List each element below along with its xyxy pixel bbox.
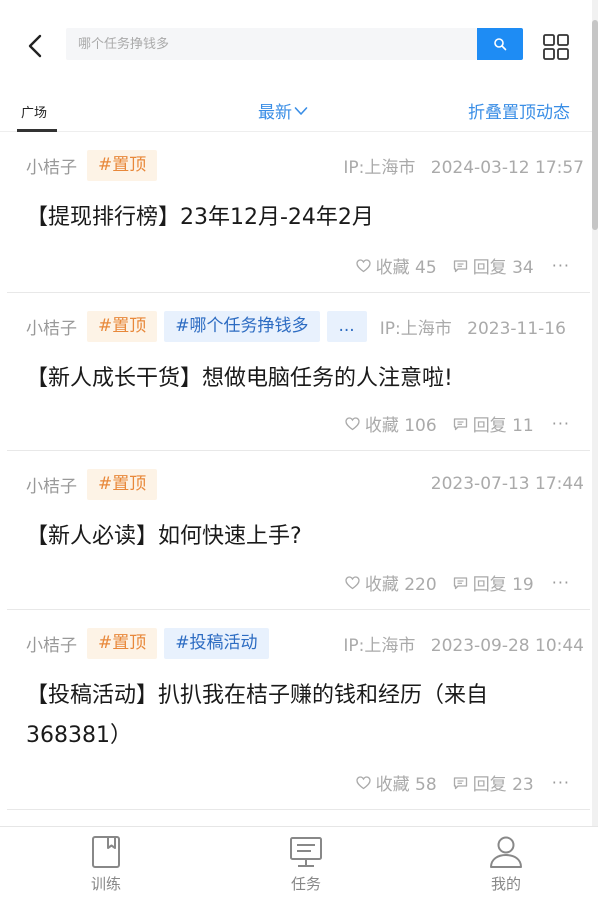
post-time: 2023-09-28 10:44	[430, 635, 584, 656]
more-options-icon[interactable]: ···	[552, 573, 570, 592]
heart-icon	[345, 416, 360, 430]
favorite-button[interactable]: 收藏 58	[355, 770, 437, 795]
post-meta-right: 2023-07-13 17:44	[431, 474, 584, 494]
favorite-count: 收藏 58	[375, 775, 437, 795]
reply-count: 回复 11	[472, 416, 534, 436]
nav-train-label: 训练	[90, 875, 121, 893]
post-actions: 收藏 106 回复 11 ···	[329, 411, 570, 436]
page-scrollbar[interactable]	[592, 0, 598, 826]
topic-tag[interactable]: #投稿活动	[164, 627, 269, 659]
search-box[interactable]	[66, 28, 477, 60]
post-time: 2023-07-13 17:44	[430, 474, 584, 494]
feed-tabs: 广场 最新 折叠置顶动态	[0, 90, 592, 132]
comment-icon	[453, 776, 467, 789]
task-board-icon	[290, 837, 322, 867]
favorite-count: 收藏 220	[364, 575, 437, 595]
reply-count: 回复 19	[472, 575, 534, 595]
post-ip: IP:上海市	[343, 635, 416, 656]
post-item[interactable]: 小桔子 #置顶 IP:上海市 2024-03-12 17:57 【提现排行榜】2…	[7, 132, 590, 293]
heart-icon	[345, 575, 360, 589]
pin-tag[interactable]: #置顶	[87, 149, 158, 181]
sort-dropdown[interactable]: 最新	[258, 98, 308, 123]
post-meta: 小桔子 #置顶 #投稿活动 IP:上海市 2023-09-28 10:44	[26, 627, 584, 659]
grid-icon	[543, 34, 569, 60]
comment-icon	[453, 576, 467, 589]
post-author[interactable]: 小桔子	[26, 314, 77, 339]
topic-tag[interactable]: #哪个任务挣钱多	[164, 310, 320, 342]
post-item[interactable]: 小桔子 #置顶 #投稿活动 IP:上海市 2023-09-28 10:44 【投…	[7, 610, 590, 810]
reply-button[interactable]: 回复 34	[453, 253, 534, 278]
favorite-button[interactable]: 收藏 220	[345, 570, 437, 595]
more-options-icon[interactable]: ···	[552, 256, 570, 275]
tab-square[interactable]: 广场	[17, 94, 57, 132]
search-button[interactable]	[477, 28, 523, 60]
top-header	[0, 0, 592, 90]
post-meta: 小桔子 #置顶 #哪个任务挣钱多 ... IP:上海市 2023-11-16	[26, 310, 584, 342]
post-actions: 收藏 45 回复 34 ···	[340, 253, 570, 278]
grid-menu-button[interactable]	[542, 33, 570, 61]
post-ip: IP:上海市	[343, 157, 416, 178]
fold-pinned-link[interactable]: 折叠置顶动态	[468, 98, 570, 123]
reply-button[interactable]: 回复 23	[453, 770, 534, 795]
favorite-count: 收藏 106	[364, 416, 437, 436]
heart-icon	[355, 775, 371, 789]
post-item[interactable]: 小桔子 #置顶 2023-07-13 17:44 【新人必读】如何快速上手? 收…	[7, 451, 590, 610]
post-author[interactable]: 小桔子	[26, 631, 77, 656]
more-tags-button[interactable]: ...	[326, 310, 367, 342]
nav-mine[interactable]: 我的	[466, 835, 546, 894]
tab-square-label: 广场	[21, 106, 48, 121]
post-title[interactable]: 【新人必读】如何快速上手?	[26, 517, 570, 557]
more-options-icon[interactable]: ···	[552, 773, 570, 792]
post-actions: 收藏 58 回复 23 ···	[340, 770, 570, 795]
nav-task-label: 任务	[290, 875, 321, 893]
reply-count: 回复 34	[472, 258, 534, 278]
heart-icon	[355, 258, 371, 272]
search-input[interactable]	[78, 36, 477, 52]
pin-tag[interactable]: #置顶	[87, 310, 158, 342]
bottom-navigation: 训练 任务 我的	[0, 826, 598, 906]
post-author[interactable]: 小桔子	[26, 153, 77, 178]
post-meta-right: IP:上海市 2024-03-12 17:57	[343, 153, 584, 178]
back-button[interactable]	[24, 30, 48, 62]
post-item[interactable]: 小桔子 #置顶 #哪个任务挣钱多 ... IP:上海市 2023-11-16 【…	[7, 293, 590, 451]
sort-label: 最新	[258, 103, 292, 123]
post-title[interactable]: 【投稿活动】扒扒我在桔子赚的钱和经历（来自368381）	[26, 676, 570, 756]
post-meta: 小桔子 #置顶 2023-07-13 17:44	[26, 468, 584, 500]
reply-count: 回复 23	[472, 775, 534, 795]
nav-train[interactable]: 训练	[66, 835, 146, 894]
comment-icon	[453, 259, 467, 272]
post-meta: 小桔子 #置顶 IP:上海市 2024-03-12 17:57	[26, 149, 584, 181]
search-icon	[494, 38, 507, 51]
favorite-count: 收藏 45	[375, 258, 437, 278]
comment-icon	[453, 417, 467, 430]
chevron-left-icon	[28, 34, 42, 58]
post-ip: IP:上海市	[379, 318, 452, 339]
pin-tag[interactable]: #置顶	[87, 468, 158, 500]
pin-tag[interactable]: #置顶	[87, 627, 158, 659]
favorite-button[interactable]: 收藏 45	[355, 253, 437, 278]
nav-task[interactable]: 任务	[266, 835, 346, 894]
post-title[interactable]: 【提现排行榜】23年12月-24年2月	[26, 198, 570, 238]
post-time: 2024-03-12 17:57	[430, 157, 584, 178]
post-actions: 收藏 220 回复 19 ···	[329, 570, 570, 595]
nav-mine-label: 我的	[490, 875, 521, 893]
book-icon	[92, 836, 120, 868]
reply-button[interactable]: 回复 11	[453, 411, 534, 436]
post-meta-right: IP:上海市 2023-11-16	[380, 314, 566, 339]
post-author[interactable]: 小桔子	[26, 472, 77, 497]
favorite-button[interactable]: 收藏 106	[345, 411, 437, 436]
more-options-icon[interactable]: ···	[552, 414, 570, 433]
chevron-down-icon	[294, 106, 308, 115]
reply-button[interactable]: 回复 19	[453, 570, 534, 595]
post-time: 2023-11-16	[467, 318, 566, 339]
post-title[interactable]: 【新人成长干货】想做电脑任务的人注意啦!	[26, 359, 570, 399]
post-meta-right: IP:上海市 2023-09-28 10:44	[343, 631, 584, 656]
scrollbar-thumb[interactable]	[592, 20, 598, 230]
user-icon	[490, 836, 522, 868]
